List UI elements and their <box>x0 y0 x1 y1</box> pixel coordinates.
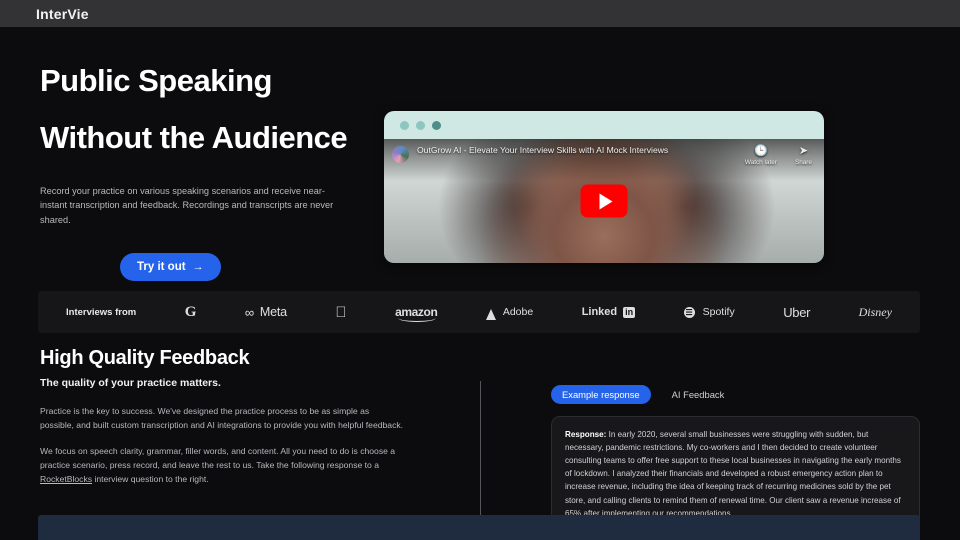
response-panel: Example response AI Feedback Response: I… <box>551 385 920 532</box>
hero-text-block: Public Speaking Without the Audience Rec… <box>40 65 370 281</box>
next-section-band <box>38 515 920 540</box>
google-logo-icon: G <box>184 303 197 320</box>
adobe-logo-label: Adobe <box>497 306 533 318</box>
linkedin-logo-label: Linked <box>577 306 617 318</box>
video-title: OutGrow AI - Elevate Your Interview Skil… <box>417 145 669 155</box>
feedback-subtitle: The quality of your practice matters. <box>40 377 221 389</box>
feedback-paragraph-2-before: We focus on speech clarity, grammar, fil… <box>40 445 396 470</box>
channel-avatar <box>392 146 409 163</box>
spotify-mark-icon: ☰ <box>683 306 695 318</box>
tab-example-response[interactable]: Example response <box>551 385 651 404</box>
response-body: In early 2020, several small businesses … <box>565 430 901 518</box>
app-brand-title: InterVie <box>36 5 89 22</box>
feedback-paragraph-2-after: interview question to the right. <box>92 473 209 484</box>
uber-logo-icon: Uber <box>781 304 810 320</box>
apple-logo-icon:  <box>335 305 346 320</box>
window-dot-2-icon <box>416 120 425 130</box>
spotify-logo-label: Spotify <box>700 306 735 318</box>
meta-logo-icon: ∞ Meta <box>245 305 287 320</box>
meta-infinity-glyph: ∞ <box>244 304 254 320</box>
adobe-mark-icon <box>485 308 496 320</box>
try-it-out-button[interactable]: Try it out → <box>120 252 221 281</box>
rocketblocks-link[interactable]: RocketBlocks <box>40 474 92 484</box>
window-dot-1-icon <box>400 120 409 130</box>
hero-headline-line-2: Without the Audience <box>40 120 348 155</box>
linkedin-badge-icon: in <box>623 306 636 318</box>
app-topbar: InterVie <box>0 0 960 27</box>
spotify-logo-icon: ☰ Spotify <box>683 306 735 318</box>
disney-logo-icon: Disney <box>858 304 892 319</box>
hero-headline-line-1: Public Speaking <box>40 63 272 98</box>
hero-subtitle: Record your practice on various speaking… <box>40 186 334 225</box>
section-divider <box>480 381 481 527</box>
feedback-title: High Quality Feedback <box>40 347 250 369</box>
video-player-card[interactable]: OutGrow AI - Elevate Your Interview Skil… <box>384 111 824 263</box>
video-thumbnail[interactable]: OutGrow AI - Elevate Your Interview Skil… <box>384 139 824 263</box>
feedback-text-column: High Quality Feedback The quality of you… <box>40 347 420 487</box>
video-actions: 🕒 Watch later ➤ Share <box>745 145 816 166</box>
video-overlay-top: OutGrow AI - Elevate Your Interview Skil… <box>384 139 824 181</box>
linkedin-logo-icon: Linked in <box>577 306 636 318</box>
arrow-right-icon: → <box>192 260 204 273</box>
tab-ai-feedback[interactable]: AI Feedback <box>661 385 736 404</box>
window-dot-3-icon <box>432 120 441 130</box>
amazon-smile-icon <box>398 317 437 322</box>
play-button-icon[interactable] <box>580 184 628 218</box>
response-text: Response: In early 2020, several small b… <box>565 428 906 520</box>
interviews-from-logo-strip: Interviews from G ∞ Meta  amazon Adobe … <box>38 291 920 333</box>
high-quality-feedback-section: High Quality Feedback The quality of you… <box>0 347 960 532</box>
response-label: Response: <box>565 430 607 439</box>
share-button[interactable]: ➤ Share <box>795 145 812 166</box>
video-window-chrome <box>384 111 824 139</box>
adobe-logo-icon: Adobe <box>485 306 533 320</box>
watch-later-label: Watch later <box>744 159 777 166</box>
share-label: Share <box>794 159 812 166</box>
amazon-logo-icon: amazon <box>395 305 438 322</box>
hero-section: Public Speaking Without the Audience Rec… <box>0 27 960 281</box>
feedback-paragraph-2: We focus on speech clarity, grammar, fil… <box>40 445 404 487</box>
feedback-paragraph-1: Practice is the key to success. We've de… <box>40 406 404 430</box>
play-triangle-icon <box>599 193 612 209</box>
share-icon: ➤ <box>798 145 809 157</box>
meta-logo-label: Meta <box>259 305 287 319</box>
watch-later-button[interactable]: 🕒 Watch later <box>745 145 777 166</box>
page-canvas: Public Speaking Without the Audience Rec… <box>0 27 960 540</box>
clock-icon: 🕒 <box>754 145 768 157</box>
response-tabs: Example response AI Feedback <box>551 385 920 404</box>
logo-strip-label: Interviews from <box>66 306 137 318</box>
try-it-out-label: Try it out <box>137 260 186 273</box>
